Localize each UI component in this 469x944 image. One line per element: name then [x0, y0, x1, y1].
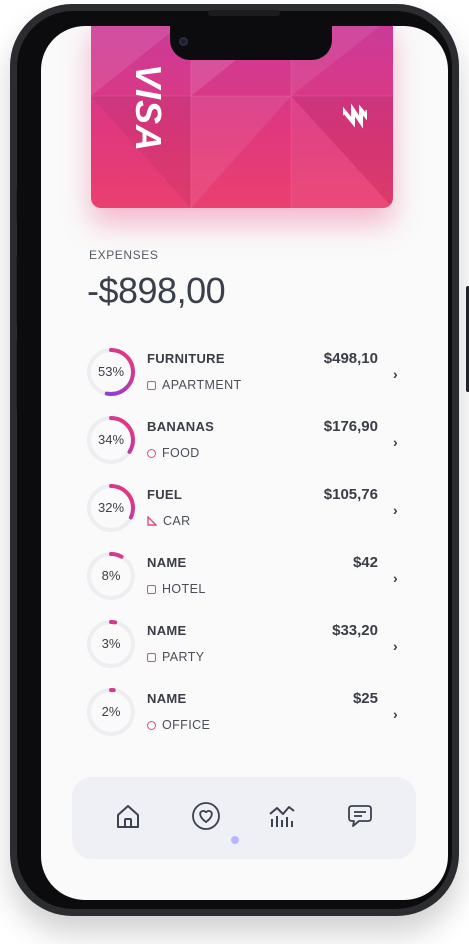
tab-home[interactable] [108, 797, 148, 837]
percent-label: 3% [101, 636, 121, 651]
expense-row[interactable]: 53% FURNITURE APARTMENT $498,10 › [41, 346, 448, 406]
category-label: CAR [163, 514, 191, 528]
circle-icon [147, 721, 156, 730]
category-label: OFFICE [162, 718, 211, 732]
chevron-right-icon[interactable]: › [393, 502, 398, 518]
expense-title: BANANAS [147, 419, 215, 434]
tab-messages[interactable] [340, 797, 380, 837]
chevron-right-icon[interactable]: › [393, 638, 398, 654]
chevron-right-icon[interactable]: › [393, 570, 398, 586]
expense-amount: $25 [352, 690, 378, 707]
card-brand: VISA [128, 63, 169, 153]
percent-label: 2% [101, 704, 121, 719]
circle-icon [147, 449, 156, 458]
category-label: PARTY [162, 650, 205, 664]
tab-bar [72, 777, 416, 859]
expense-row[interactable]: 3% NAME PARTY $33,20 › [41, 618, 448, 678]
zigzag-logo-icon [343, 103, 367, 129]
expense-title: NAME [147, 691, 187, 706]
expenses-total: -$898,00 [87, 270, 226, 311]
expense-title: NAME [147, 623, 187, 638]
expense-category: CAR [147, 514, 191, 528]
category-label: FOOD [162, 446, 200, 460]
category-label: APARTMENT [162, 378, 242, 392]
expense-category: OFFICE [147, 718, 210, 732]
expense-amount: $42 [352, 554, 378, 571]
analytics-icon [269, 806, 295, 827]
notch [170, 10, 332, 60]
tab-favorites[interactable] [186, 797, 226, 837]
percent-label: 34% [97, 432, 125, 447]
expense-title: FUEL [147, 487, 183, 502]
expense-row[interactable]: 34% BANANAS FOOD $176,90 › [41, 414, 448, 474]
square-icon [147, 381, 156, 390]
expense-row[interactable]: 8% NAME HOTEL $42 › [41, 550, 448, 610]
active-tab-indicator [231, 836, 239, 844]
percent-ring: 34% [85, 414, 137, 466]
percent-label: 8% [101, 568, 121, 583]
square-icon [147, 653, 156, 662]
chat-icon [348, 805, 372, 827]
camera [179, 37, 188, 46]
tab-analytics[interactable] [262, 797, 302, 837]
percent-ring: 32% [85, 482, 137, 534]
expenses-label: EXPENSES [89, 248, 159, 262]
percent-ring: 2% [85, 686, 137, 738]
heart-icon [192, 802, 220, 830]
triangle-ruler-icon [147, 515, 158, 526]
expense-row[interactable]: 32% FUEL CAR $105,76 › [41, 482, 448, 542]
square-icon [147, 585, 156, 594]
expense-title: FURNITURE [147, 351, 225, 366]
chevron-right-icon[interactable]: › [393, 706, 398, 722]
percent-ring: 8% [85, 550, 137, 602]
chevron-right-icon[interactable]: › [393, 434, 398, 450]
app-screen: VISA EXPENSES -$898,00 53% FURNITURE APA… [41, 26, 448, 900]
expense-category: HOTEL [147, 582, 206, 596]
category-label: HOTEL [162, 582, 206, 596]
phone-frame: VISA EXPENSES -$898,00 53% FURNITURE APA… [10, 4, 469, 916]
expense-title: NAME [147, 555, 187, 570]
expense-amount: $105,76 [323, 486, 378, 503]
expense-amount: $498,10 [323, 350, 378, 367]
percent-ring: 53% [85, 346, 137, 398]
percent-ring: 3% [85, 618, 137, 670]
expense-category: FOOD [147, 446, 200, 460]
expense-amount: $176,90 [323, 418, 378, 435]
percent-label: 32% [97, 500, 125, 515]
expense-category: APARTMENT [147, 378, 242, 392]
expense-category: PARTY [147, 650, 205, 664]
chevron-right-icon[interactable]: › [393, 366, 398, 382]
speaker [208, 10, 280, 16]
expense-row[interactable]: 2% NAME OFFICE $25 › [41, 686, 448, 746]
expense-amount: $33,20 [332, 622, 378, 639]
home-icon [117, 805, 139, 828]
percent-label: 53% [97, 364, 125, 379]
